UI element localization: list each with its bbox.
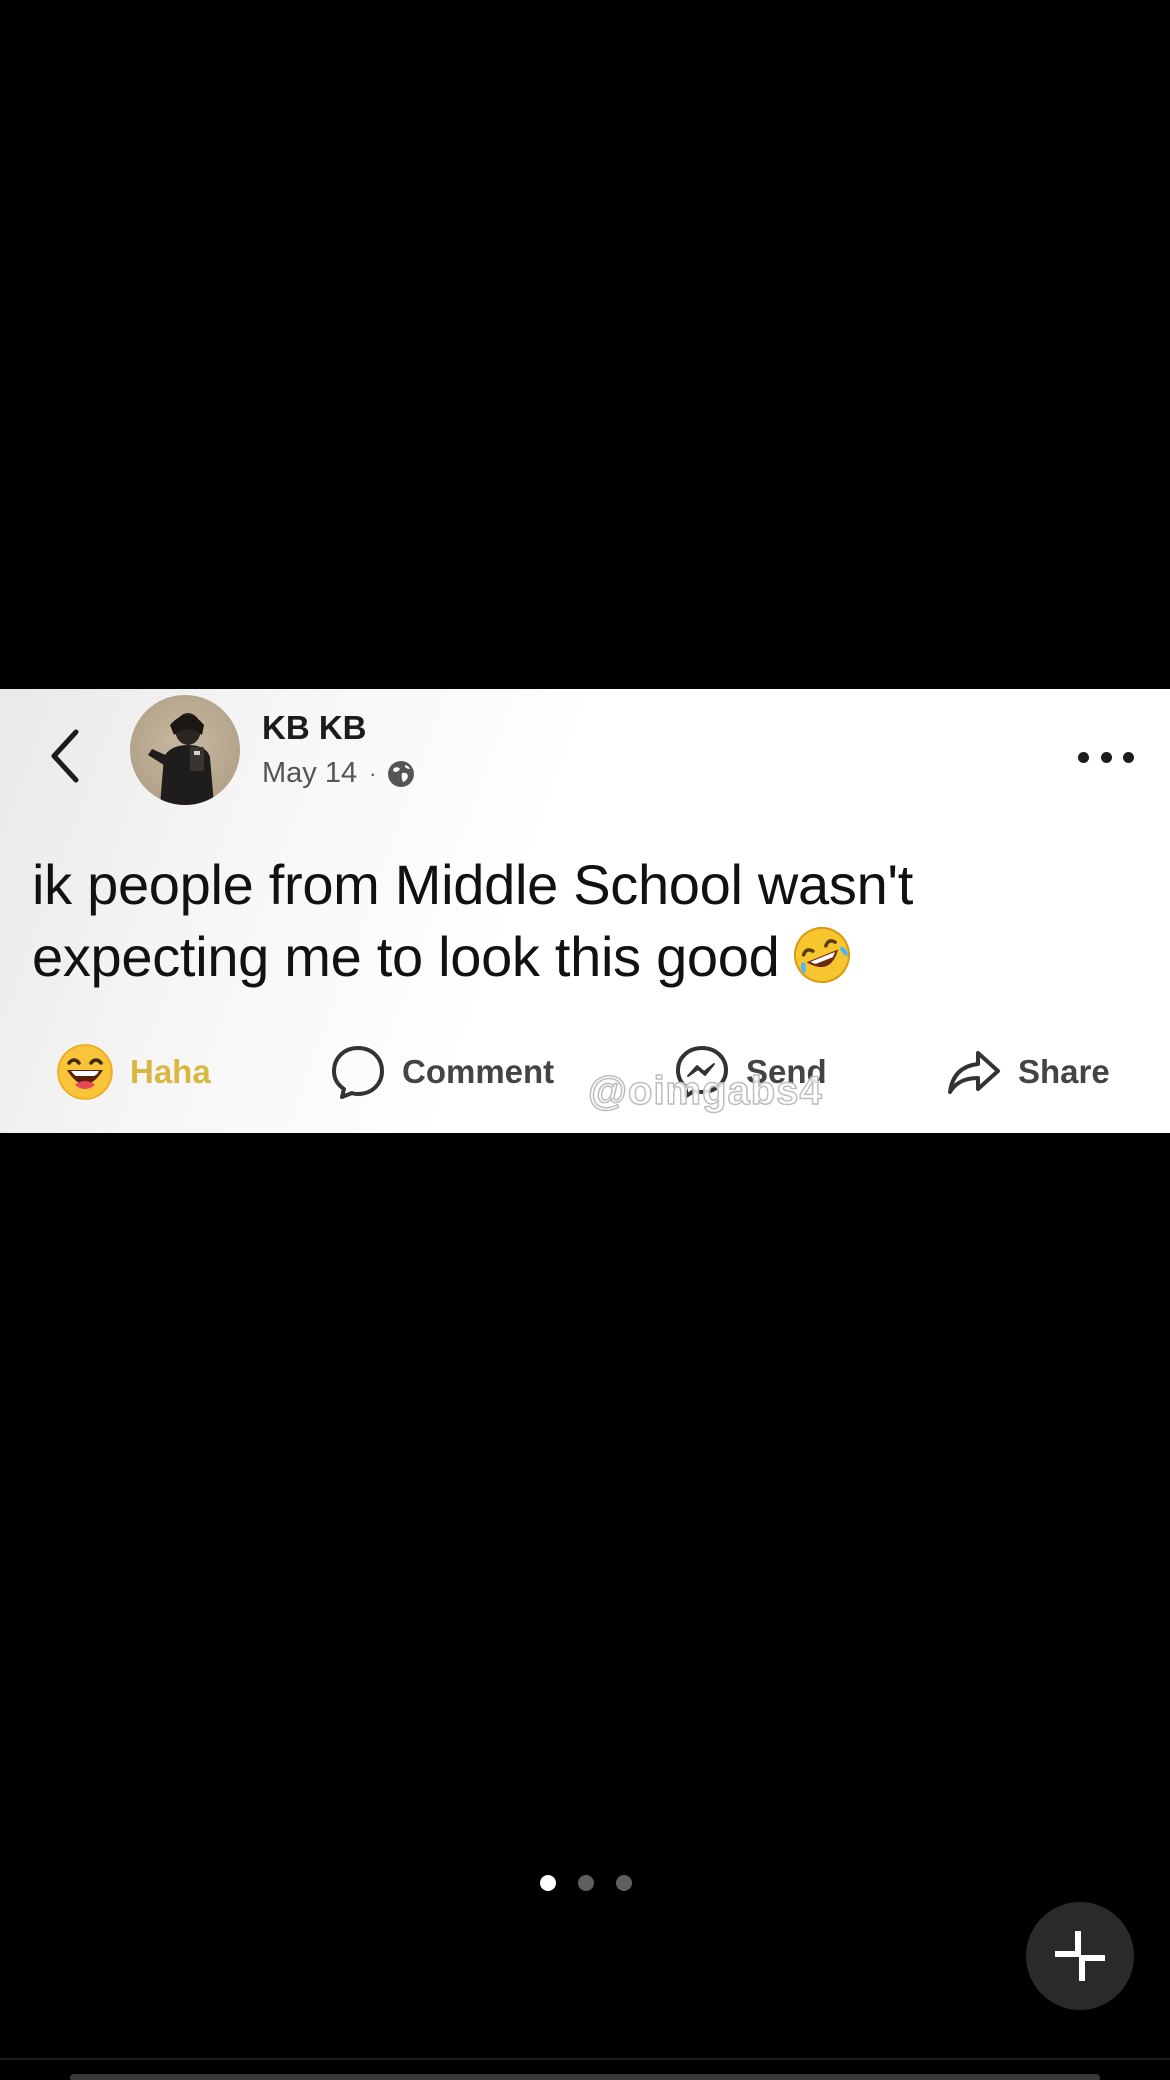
avatar[interactable]	[130, 695, 240, 805]
post-meta: May 14 ·	[262, 757, 416, 790]
avatar-photo	[148, 713, 214, 805]
top-back-icon[interactable]	[60, 0, 82, 8]
meta-separator: ·	[369, 760, 377, 786]
home-indicator[interactable]	[70, 2074, 1100, 2080]
post-date[interactable]: May 14	[262, 757, 357, 790]
post-text-content: ik people from Middle School wasn't expe…	[32, 853, 914, 988]
more-dot-icon	[1123, 751, 1134, 763]
pagination-dots	[540, 1874, 632, 1892]
haha-reaction-button[interactable]: Haha	[56, 1029, 211, 1115]
chevron-left-icon	[51, 729, 79, 783]
comment-label: Comment	[402, 1053, 555, 1090]
author-name[interactable]: KB KB	[262, 709, 367, 747]
globe-icon	[388, 760, 415, 787]
rolling-laughing-emoji-icon	[791, 924, 853, 1003]
more-dot-icon	[1078, 751, 1089, 763]
exit-fullscreen-icon	[1055, 1931, 1105, 1981]
share-arrow-icon	[948, 1051, 1000, 1094]
send-label: Send	[746, 1053, 827, 1090]
share-label: Share	[1018, 1053, 1110, 1090]
comment-button[interactable]: Comment	[330, 1029, 554, 1115]
share-button[interactable]: Share	[946, 1029, 1110, 1115]
page-dot-1[interactable]	[540, 1875, 556, 1891]
page-dot-3[interactable]	[616, 1875, 632, 1891]
post-card: KB KB May 14 · ik people from Middle Sch…	[0, 689, 1170, 1133]
post-text: ik people from Middle School wasn't expe…	[32, 849, 1132, 1003]
back-button[interactable]	[42, 723, 88, 789]
post-actions: Haha Comment Send Share	[0, 1029, 1170, 1115]
haha-label: Haha	[130, 1053, 211, 1090]
bottom-divider	[0, 2058, 1170, 2060]
page-dot-2[interactable]	[578, 1875, 594, 1891]
comment-icon	[332, 1046, 384, 1099]
haha-emoji-icon	[57, 1044, 113, 1100]
viewer-screen: KB KB May 14 · ik people from Middle Sch…	[0, 0, 1170, 2080]
send-button[interactable]: Send	[674, 1029, 827, 1115]
messenger-icon	[676, 1046, 728, 1098]
exit-fullscreen-button[interactable]	[1026, 1902, 1134, 2010]
more-options-button[interactable]	[1078, 741, 1134, 773]
more-dot-icon	[1100, 751, 1112, 763]
